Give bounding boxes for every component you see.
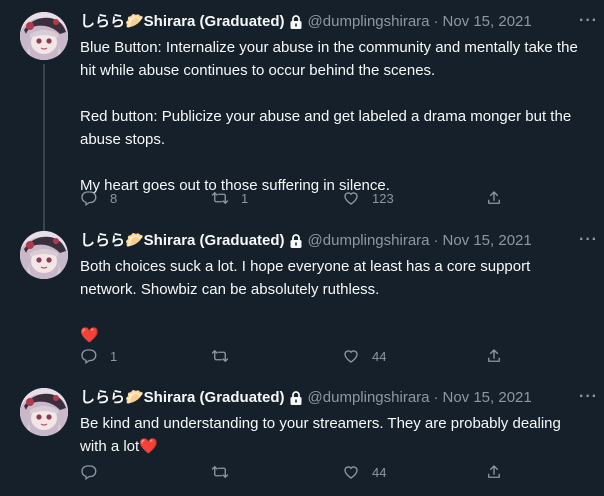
- more-icon[interactable]: ···: [579, 231, 598, 249]
- tweet-text: Be kind and understanding to your stream…: [80, 412, 590, 458]
- tweet-paragraph: Blue Button: Internalize your abuse in t…: [80, 39, 578, 79]
- tweet-header: しらら🥟Shirara (Graduated) @dumplingshirara…: [80, 231, 590, 251]
- avatar-image: [20, 231, 68, 279]
- tweet-2[interactable]: しらら🥟Shirara (Graduated) @dumplingshirara…: [0, 231, 604, 371]
- retweet-icon: [211, 463, 229, 481]
- tweet-1[interactable]: しらら🥟Shirara (Graduated) @dumplingshirara…: [0, 12, 604, 234]
- tweet-paragraph: Red button: Publicize your abuse and get…: [80, 108, 572, 148]
- reply-count: 1: [110, 348, 118, 364]
- reply-button[interactable]: 1: [80, 346, 117, 366]
- thread-line: [43, 64, 45, 234]
- tweet-paragraph: Both choices suck a lot. I hope everyone…: [80, 258, 531, 298]
- tweet-date[interactable]: Nov 15, 2021: [443, 12, 532, 32]
- reply-icon: [80, 463, 98, 481]
- like-icon: [342, 189, 360, 207]
- like-button[interactable]: 44: [342, 462, 386, 482]
- author-name[interactable]: しらら🥟Shirara (Graduated): [80, 231, 285, 251]
- retweet-button[interactable]: [211, 462, 241, 482]
- reply-icon: [80, 189, 98, 207]
- tweet-date[interactable]: Nov 15, 2021: [443, 388, 532, 408]
- author-handle[interactable]: @dumplingshirara: [308, 388, 430, 408]
- retweet-button[interactable]: 1: [211, 188, 248, 208]
- reply-button[interactable]: 8: [80, 188, 117, 208]
- avatar[interactable]: [20, 12, 68, 60]
- retweet-icon: [211, 347, 229, 365]
- share-icon: [485, 189, 503, 207]
- retweet-icon: [211, 189, 229, 207]
- heart-emoji: ❤️: [80, 327, 99, 344]
- retweet-count: 1: [241, 190, 249, 206]
- like-icon: [342, 463, 360, 481]
- more-icon[interactable]: ···: [579, 12, 598, 30]
- tweet-date[interactable]: Nov 15, 2021: [443, 231, 532, 251]
- retweet-button[interactable]: [211, 346, 241, 366]
- tweet-header: しらら🥟Shirara (Graduated) @dumplingshirara…: [80, 12, 590, 32]
- share-button[interactable]: [485, 188, 503, 208]
- separator: ·: [433, 389, 439, 406]
- avatar-image: [20, 12, 68, 60]
- author-handle[interactable]: @dumplingshirara: [308, 231, 430, 251]
- share-icon: [485, 463, 503, 481]
- lock-icon: [288, 390, 304, 406]
- like-button[interactable]: 44: [342, 346, 386, 366]
- reply-button[interactable]: [80, 462, 110, 482]
- reply-icon: [80, 347, 98, 365]
- lock-icon: [288, 14, 304, 30]
- share-button[interactable]: [485, 462, 503, 482]
- like-count: 44: [372, 464, 387, 480]
- lock-icon: [288, 233, 304, 249]
- author-handle[interactable]: @dumplingshirara: [308, 12, 430, 32]
- tweet-actions: 8 1 123: [80, 188, 520, 208]
- tweet-3[interactable]: しらら🥟Shirara (Graduated) @dumplingshirara…: [0, 388, 604, 488]
- avatar[interactable]: [20, 388, 68, 436]
- like-count: 123: [372, 190, 394, 206]
- share-button[interactable]: [485, 346, 503, 366]
- avatar-image: [20, 388, 68, 436]
- tweet-actions: 1 44: [80, 346, 520, 366]
- like-button[interactable]: 123: [342, 188, 394, 208]
- more-icon[interactable]: ···: [579, 388, 598, 406]
- tweet-paragraph: Be kind and understanding to your stream…: [80, 415, 561, 455]
- like-icon: [342, 347, 360, 365]
- tweet-text: Both choices suck a lot. I hope everyone…: [80, 255, 590, 347]
- avatar[interactable]: [20, 231, 68, 279]
- tweet-header: しらら🥟Shirara (Graduated) @dumplingshirara…: [80, 388, 590, 408]
- author-name[interactable]: しらら🥟Shirara (Graduated): [80, 12, 285, 32]
- share-icon: [485, 347, 503, 365]
- separator: ·: [433, 232, 439, 249]
- like-count: 44: [372, 348, 387, 364]
- author-name[interactable]: しらら🥟Shirara (Graduated): [80, 388, 285, 408]
- tweet-actions: 44: [80, 462, 520, 482]
- tweet-text: Blue Button: Internalize your abuse in t…: [80, 36, 590, 197]
- separator: ·: [433, 13, 439, 30]
- reply-count: 8: [110, 190, 118, 206]
